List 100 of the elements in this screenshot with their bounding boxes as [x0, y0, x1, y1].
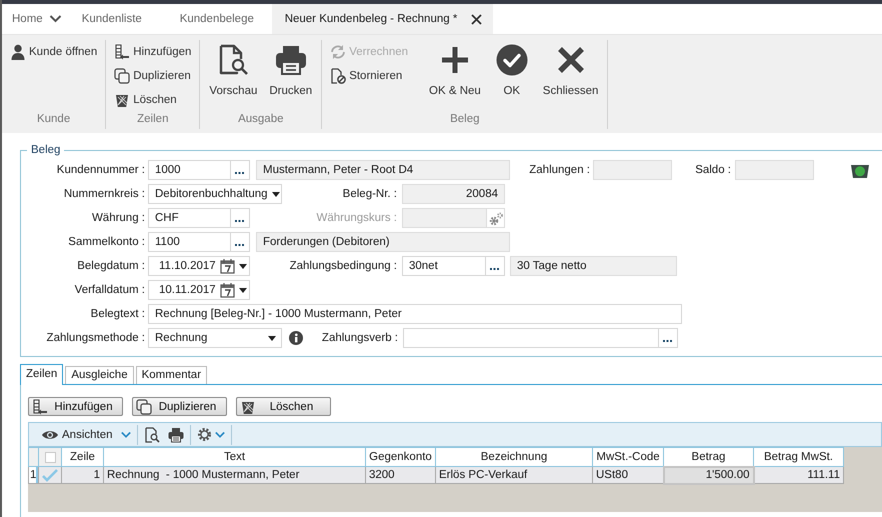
printer-icon: [168, 426, 184, 442]
date-field[interactable]: 11.10.2017: [148, 256, 250, 276]
gears-icon: [489, 212, 503, 226]
field-label: Belegtext :: [90, 308, 145, 320]
group-label: Beleg: [449, 113, 481, 127]
input-field[interactable]: [403, 328, 659, 348]
tab[interactable]: Zeilen: [20, 364, 64, 385]
status-light-icon: [851, 162, 869, 178]
field-label: Saldo :: [694, 164, 731, 176]
printer-icon: [274, 44, 307, 76]
tab[interactable]: Kundenbelege: [170, 4, 272, 34]
table-cell: 111.11: [754, 466, 844, 484]
dropdown-button[interactable]: [118, 430, 133, 438]
add-rows-icon: [32, 398, 48, 414]
checkmark-circle-icon: [496, 44, 528, 76]
toolbar-button[interactable]: Hinzufügen: [28, 397, 123, 416]
tab[interactable]: Ausgleiche: [65, 366, 134, 384]
toolbar-button[interactable]: Löschen: [236, 397, 331, 416]
field-label: Verfalldatum :: [74, 284, 145, 296]
table-cell: USt80: [592, 466, 664, 484]
browse-button[interactable]: [486, 256, 505, 276]
ribbon-button[interactable]: Duplizieren: [112, 64, 194, 88]
toolbar-button[interactable]: Duplizieren: [132, 397, 227, 416]
dropdown[interactable]: Rechnung: [148, 328, 282, 348]
column-header[interactable]: Gegenkonto: [366, 448, 436, 466]
ribbon-button[interactable]: Löschen: [112, 88, 194, 112]
duplicate-icon: [114, 68, 130, 84]
field-label: Belegdatum :: [76, 260, 145, 272]
ribbon-button[interactable]: Kunde öffnen: [8, 40, 100, 64]
field-label: Nummernkreis :: [62, 188, 145, 200]
column-header[interactable]: Text: [104, 448, 366, 466]
date-field[interactable]: 10.11.2017: [148, 280, 250, 300]
chevron-down-icon: [120, 430, 131, 438]
browse-button[interactable]: [659, 328, 678, 348]
preview-icon: [217, 44, 250, 76]
ribbon-button[interactable]: OK: [490, 40, 534, 97]
ribbon-button[interactable]: Stornieren: [328, 64, 410, 88]
info-icon: [289, 331, 303, 345]
readonly-field: 30 Tage netto: [510, 256, 677, 276]
field-label: Beleg-Nr. :: [342, 188, 397, 200]
browse-button[interactable]: [231, 232, 250, 252]
tab[interactable]: Home: [2, 4, 49, 34]
ribbon-button[interactable]: Drucken: [266, 40, 316, 97]
calendar-icon: [220, 258, 235, 274]
input-field[interactable]: 30net: [402, 256, 486, 276]
readonly-field: Forderungen (Debitoren): [256, 232, 510, 252]
trash-icon: [114, 92, 130, 108]
person-icon: [10, 44, 26, 60]
eye-icon: [41, 428, 59, 440]
browse-button[interactable]: [231, 208, 250, 228]
column-header[interactable]: MwSt.-Code: [592, 448, 664, 466]
table-cell: Erlös PC-Verkauf: [436, 466, 592, 484]
add-rows-icon: [114, 44, 130, 60]
ribbon-button[interactable]: Hinzufügen: [112, 40, 194, 64]
group-label: Ausgabe: [237, 113, 284, 127]
print-button[interactable]: [166, 426, 186, 442]
tab[interactable]: Neuer Kundenbeleg - Rechnung *: [272, 4, 494, 34]
caret-icon: [268, 336, 276, 340]
dropdown[interactable]: Debitorenbuchhaltung: [148, 184, 282, 204]
arrows-icon: [330, 44, 346, 60]
input-field[interactable]: 1000: [148, 160, 231, 180]
tab[interactable]: Kommentar: [136, 366, 208, 384]
field-label: Zahlungen :: [528, 164, 590, 176]
ribbon-button[interactable]: Vorschau: [206, 40, 260, 97]
chevron-down-icon: [48, 15, 62, 23]
views-button[interactable]: Ansichten: [39, 428, 115, 440]
field-label: Währungskurs :: [315, 212, 397, 224]
column-header[interactable]: Betrag: [664, 448, 754, 466]
tab[interactable]: Kundenliste: [72, 4, 170, 34]
caret-icon: [272, 192, 280, 196]
field-label: Zahlungsmethode :: [46, 332, 145, 344]
field-label: Kundennummer :: [56, 164, 145, 176]
browse-button[interactable]: [231, 160, 250, 180]
readonly-field: Mustermann, Peter - Root D4: [256, 160, 510, 180]
ribbon-button[interactable]: OK & Neu: [426, 40, 484, 97]
chevron-down-icon: [214, 430, 225, 438]
field-label: Zahlungsverb :: [320, 332, 398, 344]
cancel-document-icon: [330, 68, 346, 84]
input-field[interactable]: Rechnung [Beleg-Nr.] - 1000 Mustermann, Peter: [148, 304, 682, 324]
caret-icon: [238, 264, 247, 268]
column-header[interactable]: Zeile: [62, 448, 104, 466]
input-field[interactable]: CHF: [148, 208, 231, 228]
table-cell: 3200: [366, 466, 436, 484]
calendar-icon: [220, 282, 235, 298]
ribbon-button[interactable]: Schliessen: [540, 40, 602, 97]
table-cell: 1'500.00: [664, 466, 754, 484]
duplicate-icon: [136, 398, 152, 414]
table-cell: Rechnung - 1000 Mustermann, Peter: [104, 466, 366, 484]
close-icon: [471, 14, 482, 24]
column-header[interactable]: Bezeichnung: [436, 448, 592, 466]
readonly-field: 20084: [402, 184, 505, 204]
section-title: Beleg: [30, 144, 62, 156]
field-label: Sammelkonto :: [67, 236, 145, 248]
column-header[interactable]: Betrag MwSt.: [754, 448, 844, 466]
settings-button[interactable]: [487, 208, 505, 228]
group-label: Kunde: [36, 113, 72, 127]
input-field[interactable]: 1100: [148, 232, 231, 252]
checkbox[interactable]: [44, 452, 56, 462]
row-number: 1: [28, 466, 38, 484]
field-label: Währung :: [90, 212, 145, 224]
